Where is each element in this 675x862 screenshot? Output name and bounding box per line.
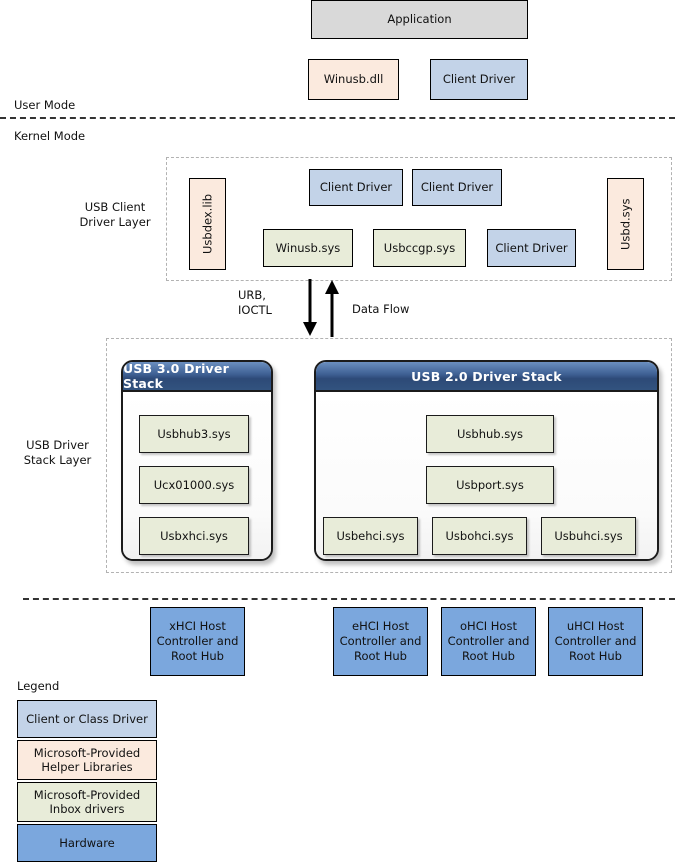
usbhub-sys-label: Usbhub.sys — [456, 427, 524, 441]
usbehci-sys-label: Usbehci.sys — [336, 529, 405, 543]
usbohci-sys-label: Usbohci.sys — [445, 529, 514, 543]
user-client-driver-box: Client Driver — [430, 59, 528, 100]
usb30-panel-body: Usbhub3.sys Ucx01000.sys Usbxhci.sys — [123, 392, 271, 559]
xhci-host-controller-label: xHCI Host Controller and Root Hub — [156, 619, 239, 663]
user-mode-label: User Mode — [14, 98, 76, 112]
flow-arrow-icons — [303, 279, 339, 337]
usb30-driver-stack-panel: USB 3.0 Driver Stack Usbhub3.sys Ucx0100… — [121, 360, 273, 561]
winusb-dll-box: Winusb.dll — [308, 59, 399, 100]
kernel-client-driver-box-3: Client Driver — [487, 229, 576, 267]
legend-title: Legend — [17, 679, 60, 693]
usb-client-driver-layer-label: USB Client Driver Layer — [79, 200, 151, 229]
xhci-host-controller-box: xHCI Host Controller and Root Hub — [150, 607, 245, 676]
usbhub-sys-box: Usbhub.sys — [426, 415, 554, 453]
legend-item-helper-libraries: Microsoft-Provided Helper Libraries — [17, 740, 157, 780]
kernel-client-driver-box-1: Client Driver — [309, 169, 403, 206]
uhci-host-controller-label: uHCI Host Controller and Root Hub — [554, 619, 637, 663]
usbport-sys-label: Usbport.sys — [456, 478, 524, 492]
ucx01000-sys-box: Ucx01000.sys — [139, 466, 249, 504]
legend-item-client-or-class-driver: Client or Class Driver — [17, 700, 157, 738]
legend-label-client-or-class-driver: Client or Class Driver — [26, 711, 148, 726]
data-flow-label: Data Flow — [352, 302, 410, 316]
ehci-host-controller-label: eHCI Host Controller and Root Hub — [339, 619, 422, 663]
legend-label-inbox-drivers: Microsoft-Provided Inbox drivers — [33, 787, 141, 816]
usbhub3-sys-label: Usbhub3.sys — [157, 427, 231, 441]
winusb-sys-label: Winusb.sys — [275, 240, 341, 255]
legend-label-helper-libraries: Microsoft-Provided Helper Libraries — [33, 745, 141, 774]
kernel-mode-label: Kernel Mode — [14, 129, 86, 143]
usbhub3-sys-box: Usbhub3.sys — [139, 415, 249, 453]
kernel-client-driver-label-3: Client Driver — [495, 240, 568, 255]
user-kernel-separator — [0, 117, 675, 119]
legend-label-hardware: Hardware — [59, 835, 115, 850]
kernel-client-driver-label-1: Client Driver — [319, 180, 393, 195]
ohci-host-controller-box: oHCI Host Controller and Root Hub — [441, 607, 536, 676]
diagram-canvas: Application Winusb.dll Client Driver Use… — [0, 0, 675, 862]
urb-ioctl-label: URB, IOCTL — [238, 288, 272, 317]
ohci-host-controller-label: oHCI Host Controller and Root Hub — [447, 619, 530, 663]
usbccgp-sys-label: Usbccgp.sys — [383, 240, 456, 255]
usbport-sys-box: Usbport.sys — [426, 466, 554, 504]
usbd-sys-label: Usbd.sys — [618, 198, 633, 250]
usb20-driver-stack-panel: USB 2.0 Driver Stack Usbhub.sys Usbport.… — [314, 360, 659, 561]
usbxhci-sys-box: Usbxhci.sys — [139, 517, 249, 555]
application-box: Application — [311, 0, 528, 39]
usbdex-lib-label: Usbdex.lib — [200, 193, 215, 255]
legend-item-inbox-drivers: Microsoft-Provided Inbox drivers — [17, 782, 157, 822]
usb20-panel-body: Usbhub.sys Usbport.sys Usbehci.sys Usboh… — [316, 392, 657, 559]
usbccgp-sys-box: Usbccgp.sys — [373, 229, 466, 267]
usb-driver-stack-layer-label: USB Driver Stack Layer — [23, 438, 92, 467]
usb20-panel-title: USB 2.0 Driver Stack — [316, 362, 657, 392]
usbuhci-sys-box: Usbuhci.sys — [541, 517, 636, 555]
ucx01000-sys-label: Ucx01000.sys — [153, 478, 235, 492]
winusb-dll-label: Winusb.dll — [323, 72, 384, 87]
ehci-host-controller-box: eHCI Host Controller and Root Hub — [333, 607, 428, 676]
usbd-sys-box: Usbd.sys — [607, 178, 644, 270]
kernel-client-driver-box-2: Client Driver — [412, 169, 502, 206]
usbdex-lib-box: Usbdex.lib — [189, 178, 226, 270]
legend-item-hardware: Hardware — [17, 824, 157, 862]
application-label: Application — [387, 12, 452, 27]
usbohci-sys-box: Usbohci.sys — [432, 517, 527, 555]
user-client-driver-label: Client Driver — [442, 72, 516, 87]
usbehci-sys-box: Usbehci.sys — [323, 517, 418, 555]
winusb-sys-box: Winusb.sys — [263, 229, 353, 267]
usb30-panel-title: USB 3.0 Driver Stack — [123, 362, 271, 392]
usbuhci-sys-label: Usbuhci.sys — [554, 529, 623, 543]
kernel-client-driver-label-2: Client Driver — [420, 180, 494, 195]
kernel-hardware-separator — [23, 598, 675, 600]
flow-arrows — [292, 279, 352, 339]
usbxhci-sys-label: Usbxhci.sys — [160, 529, 228, 543]
uhci-host-controller-box: uHCI Host Controller and Root Hub — [548, 607, 643, 676]
